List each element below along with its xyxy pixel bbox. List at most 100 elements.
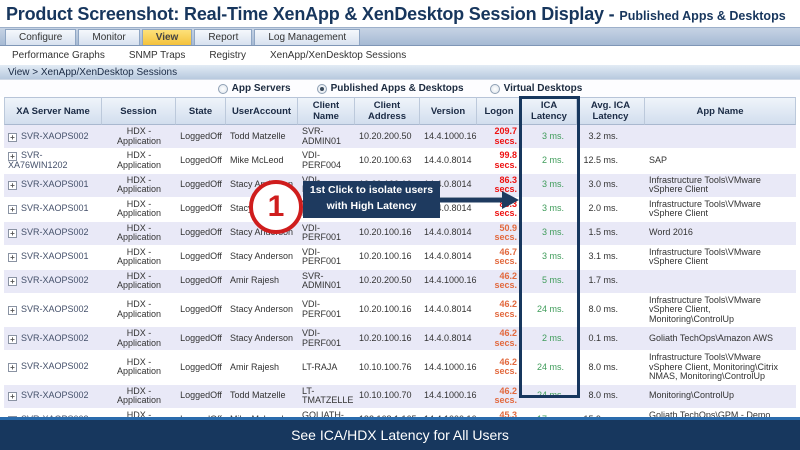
- cell-ica-latency: 3 ms.: [522, 174, 577, 198]
- annotation-step-circle: 1: [249, 180, 303, 234]
- expand-icon[interactable]: +: [8, 392, 17, 401]
- cell-app-name: Infrastructure Tools\VMware vSphere Clie…: [645, 174, 796, 198]
- col-header-session[interactable]: Session: [102, 97, 176, 125]
- cell-client-address: 10.10.100.76: [355, 351, 420, 385]
- radio-icon[interactable]: [218, 84, 228, 94]
- cell-useraccount: Amir Rajesh: [226, 351, 298, 385]
- cell-client-name: LT-RAJA: [298, 351, 355, 385]
- radio-icon[interactable]: [317, 84, 327, 94]
- cell-client-name: VDI-PERF001: [298, 222, 355, 246]
- cell-server: +SVR-XAOPS002: [4, 327, 102, 351]
- expand-icon[interactable]: +: [8, 253, 17, 262]
- radio-published-apps-desktops[interactable]: Published Apps & Desktops: [317, 83, 464, 94]
- table-row[interactable]: +SVR-XAOPS002 HDX - Application LoggedOf…: [4, 125, 796, 149]
- cell-ica-latency: 2 ms.: [522, 149, 577, 174]
- col-header-client-address[interactable]: Client Address: [355, 97, 420, 125]
- col-header-avg-ica-latency[interactable]: Avg. ICA Latency: [577, 97, 645, 125]
- cell-state: LoggedOff: [176, 327, 226, 351]
- radio-label: Virtual Desktops: [504, 83, 583, 94]
- table-row[interactable]: +SVR-XAOPS002 HDX - Application LoggedOf…: [4, 270, 796, 294]
- annotation-callout-line1: 1st Click to isolate users: [303, 183, 440, 199]
- tab-log-management[interactable]: Log Management: [254, 29, 360, 45]
- col-header-xa-server-name[interactable]: XA Server Name: [4, 97, 102, 125]
- cell-client-name: VDI-PERF004: [298, 149, 355, 174]
- table-row[interactable]: +SVR-XAOPS002 HDX - Application LoggedOf…: [4, 385, 796, 409]
- cell-server: +SVR-XAOPS002: [4, 294, 102, 328]
- expand-icon[interactable]: +: [8, 306, 17, 315]
- radio-icon[interactable]: [490, 84, 500, 94]
- cell-state: LoggedOff: [176, 222, 226, 246]
- expand-icon[interactable]: +: [8, 133, 17, 142]
- table-row[interactable]: +SVR-XAOPS002 HDX - Application LoggedOf…: [4, 294, 796, 328]
- table-row[interactable]: +SVR-XAOPS002 HDX - Application LoggedOf…: [4, 351, 796, 385]
- cell-logon: 209.7 secs.: [477, 125, 522, 149]
- table-row[interactable]: +SVR-XAOPS001 HDX - Application LoggedOf…: [4, 246, 796, 270]
- expand-icon[interactable]: +: [8, 363, 17, 372]
- cell-client-name: LT-TMATZELLE: [298, 385, 355, 409]
- cell-avg-ica-latency: 2.0 ms.: [577, 198, 645, 222]
- subtab-performance-graphs[interactable]: Performance Graphs: [12, 50, 105, 61]
- cell-version: 14.4.0.8014: [420, 327, 477, 351]
- cell-server: +SVR-XAOPS002: [4, 125, 102, 149]
- radio-app-servers[interactable]: App Servers: [218, 83, 291, 94]
- radio-label: Published Apps & Desktops: [331, 83, 464, 94]
- cell-ica-latency: 3 ms.: [522, 198, 577, 222]
- col-header-client-name[interactable]: Client Name: [298, 97, 355, 125]
- col-header-state[interactable]: State: [176, 97, 226, 125]
- subtab-snmp-traps[interactable]: SNMP Traps: [129, 50, 186, 61]
- col-header-useraccount[interactable]: UserAccount: [226, 97, 298, 125]
- cell-client-name: VDI-PERF001: [298, 294, 355, 328]
- table-row[interactable]: +SVR-XAOPS002 HDX - Application LoggedOf…: [4, 222, 796, 246]
- tab-configure[interactable]: Configure: [5, 29, 76, 45]
- col-header-version[interactable]: Version: [420, 97, 477, 125]
- cell-client-address: 10.20.100.16: [355, 294, 420, 328]
- subtab-registry[interactable]: Registry: [209, 50, 246, 61]
- table-row[interactable]: +SVR-XAOPS002 HDX - Application LoggedOf…: [4, 327, 796, 351]
- cell-session: HDX - Application: [102, 149, 176, 174]
- footer-banner: See ICA/HDX Latency for All Users: [0, 417, 800, 450]
- expand-icon[interactable]: +: [8, 335, 17, 344]
- col-header-logon[interactable]: Logon: [477, 97, 522, 125]
- cell-client-name: SVR-ADMIN01: [298, 125, 355, 149]
- annotation-callout: 1st Click to isolate users with High Lat…: [303, 181, 440, 218]
- cell-state: LoggedOff: [176, 294, 226, 328]
- cell-session: HDX - Application: [102, 270, 176, 294]
- cell-useraccount: Amir Rajesh: [226, 270, 298, 294]
- cell-version: 14.4.1000.16: [420, 385, 477, 409]
- cell-avg-ica-latency: 3.0 ms.: [577, 174, 645, 198]
- cell-session: HDX - Application: [102, 198, 176, 222]
- subtab-xenapp-sessions[interactable]: XenApp/XenDesktop Sessions: [270, 50, 406, 61]
- page-title: Product Screenshot: Real-Time XenApp & X…: [0, 0, 800, 27]
- table-row[interactable]: +SVR-XA76WIN1202 HDX - Application Logge…: [4, 149, 796, 174]
- cell-state: LoggedOff: [176, 385, 226, 409]
- cell-useraccount: Todd Matzelle: [226, 385, 298, 409]
- col-header-ica-latency[interactable]: ICA Latency: [522, 97, 577, 125]
- cell-client-name: VDI-PERF001: [298, 327, 355, 351]
- cell-logon: 46.2 secs.: [477, 270, 522, 294]
- cell-client-address: 10.20.200.50: [355, 125, 420, 149]
- cell-logon: 46.2 secs.: [477, 351, 522, 385]
- page-title-main: Product Screenshot: Real-Time XenApp & X…: [6, 4, 614, 25]
- tab-monitor[interactable]: Monitor: [78, 29, 139, 45]
- expand-icon[interactable]: +: [8, 205, 17, 214]
- cell-app-name: Infrastructure Tools\VMware vSphere Clie…: [645, 294, 796, 328]
- table-header-row: XA Server Name Session State UserAccount…: [4, 97, 796, 125]
- cell-app-name: SAP: [645, 149, 796, 174]
- tab-view[interactable]: View: [142, 29, 193, 45]
- cell-app-name: Goliath TechOps\Amazon AWS: [645, 327, 796, 351]
- col-header-app-name[interactable]: App Name: [645, 97, 796, 125]
- cell-avg-ica-latency: 8.0 ms.: [577, 385, 645, 409]
- sub-tab-bar: Performance Graphs SNMP Traps Registry X…: [0, 46, 800, 64]
- radio-virtual-desktops[interactable]: Virtual Desktops: [490, 83, 583, 94]
- cell-server: +SVR-XAOPS002: [4, 351, 102, 385]
- cell-app-name: [645, 125, 796, 149]
- table-body: +SVR-XAOPS002 HDX - Application LoggedOf…: [4, 125, 796, 450]
- cell-app-name: Word 2016: [645, 222, 796, 246]
- expand-icon[interactable]: +: [8, 181, 17, 190]
- cell-ica-latency: 24 ms.: [522, 351, 577, 385]
- cell-client-address: 10.20.100.16: [355, 246, 420, 270]
- expand-icon[interactable]: +: [8, 229, 17, 238]
- cell-state: LoggedOff: [176, 351, 226, 385]
- tab-report[interactable]: Report: [194, 29, 252, 45]
- expand-icon[interactable]: +: [8, 277, 17, 286]
